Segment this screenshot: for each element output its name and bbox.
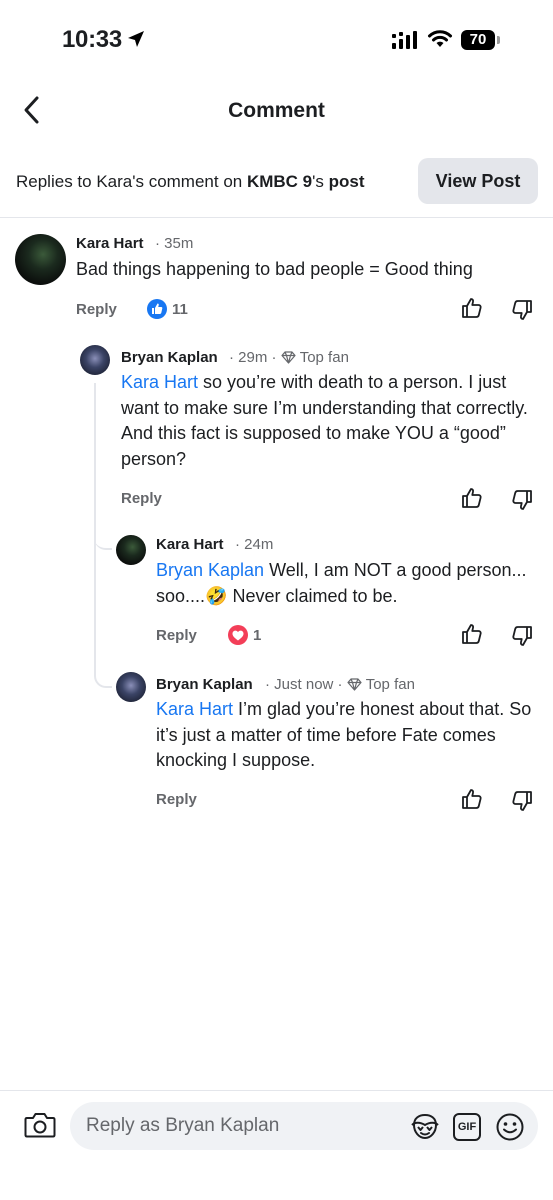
gif-button[interactable]: GIF xyxy=(453,1113,481,1141)
like-reaction-icon[interactable] xyxy=(147,299,167,319)
comment-meta: · Just now · Top fan xyxy=(265,676,415,693)
reaction-count[interactable]: 11 xyxy=(172,301,188,318)
top-fan-badge: Top fan xyxy=(299,349,349,366)
avatar-bryan-kaplan[interactable] xyxy=(80,345,110,375)
thread-connector xyxy=(94,520,112,550)
cellular-signal-icon xyxy=(392,31,417,49)
location-arrow-icon xyxy=(128,31,144,47)
top-fan-badge-icon xyxy=(347,678,362,691)
comment-timestamp: 24m xyxy=(244,536,274,553)
reaction-count[interactable]: 1 xyxy=(253,627,261,644)
comment-text: Bad things happening to bad people = Goo… xyxy=(76,259,473,279)
comment-author[interactable]: Bryan Kaplan xyxy=(121,349,218,366)
avatar-kara-hart[interactable] xyxy=(15,234,66,285)
comment-timestamp: 35m xyxy=(164,235,194,252)
battery-indicator: 70 xyxy=(461,30,495,50)
page-title: Comment xyxy=(228,99,325,122)
avatar-sticker-icon[interactable] xyxy=(410,1113,440,1141)
battery-cap xyxy=(497,36,500,44)
wifi-icon xyxy=(428,30,452,47)
avatar-kara-hart[interactable] xyxy=(116,535,146,565)
comment-text: Bryan Kaplan Well, I am NOT a good perso… xyxy=(156,558,536,609)
thumbs-down-icon[interactable] xyxy=(511,489,533,511)
context-description: Replies to Kara's comment on KMBC 9's po… xyxy=(16,172,365,192)
context-page-name[interactable]: KMBC 9 xyxy=(247,172,312,191)
context-post-link[interactable]: post xyxy=(329,172,365,191)
camera-icon[interactable] xyxy=(24,1111,56,1139)
comment-meta: · 29m · Top fan xyxy=(229,349,349,366)
comment-timestamp: 29m xyxy=(238,349,268,366)
thumbs-down-icon[interactable] xyxy=(511,299,533,321)
thread-connector xyxy=(94,660,112,688)
reply-button[interactable]: Reply xyxy=(156,627,197,644)
comment-timestamp: Just now xyxy=(274,676,334,693)
context-possessive: 's xyxy=(312,172,329,191)
status-time: 10:33 xyxy=(62,26,122,53)
comment-author[interactable]: Bryan Kaplan xyxy=(156,676,253,693)
emoji-icon[interactable] xyxy=(496,1113,524,1141)
reply-composer: GIF xyxy=(0,1090,553,1200)
gif-label: GIF xyxy=(457,1121,477,1133)
thumbs-up-icon[interactable] xyxy=(461,623,483,645)
thumbs-up-icon[interactable] xyxy=(461,788,483,810)
comment-time: · 24m xyxy=(235,536,274,553)
context-bar: Replies to Kara's comment on KMBC 9's po… xyxy=(0,145,553,218)
top-fan-badge: Top fan xyxy=(365,676,415,693)
nav-bar: Comment xyxy=(0,80,553,140)
top-fan-badge-icon xyxy=(281,351,296,364)
comment-author[interactable]: Kara Hart xyxy=(156,536,224,553)
love-reaction-icon[interactable] xyxy=(228,625,248,645)
context-prefix: Replies to Kara's comment on xyxy=(16,172,247,191)
reply-button[interactable]: Reply xyxy=(156,791,197,808)
mention-link[interactable]: Kara Hart xyxy=(121,372,198,392)
thumbs-down-icon[interactable] xyxy=(511,790,533,812)
view-post-button[interactable]: View Post xyxy=(418,158,538,204)
comment-text: Kara Hart I’m glad you’re honest about t… xyxy=(156,697,541,774)
status-bar: 10:33 70 xyxy=(0,0,553,80)
reply-button[interactable]: Reply xyxy=(76,301,117,318)
comment-author[interactable]: Kara Hart xyxy=(76,235,144,252)
comment-time: · 35m xyxy=(155,235,194,252)
thumbs-down-icon[interactable] xyxy=(511,625,533,647)
mention-link[interactable]: Bryan Kaplan xyxy=(156,560,264,580)
reply-button[interactable]: Reply xyxy=(121,490,162,507)
avatar-bryan-kaplan[interactable] xyxy=(116,672,146,702)
thumbs-up-icon[interactable] xyxy=(461,297,483,319)
thumbs-up-icon[interactable] xyxy=(461,487,483,509)
mention-link[interactable]: Kara Hart xyxy=(156,699,233,719)
comment-text: Kara Hart so you’re with death to a pers… xyxy=(121,370,536,472)
